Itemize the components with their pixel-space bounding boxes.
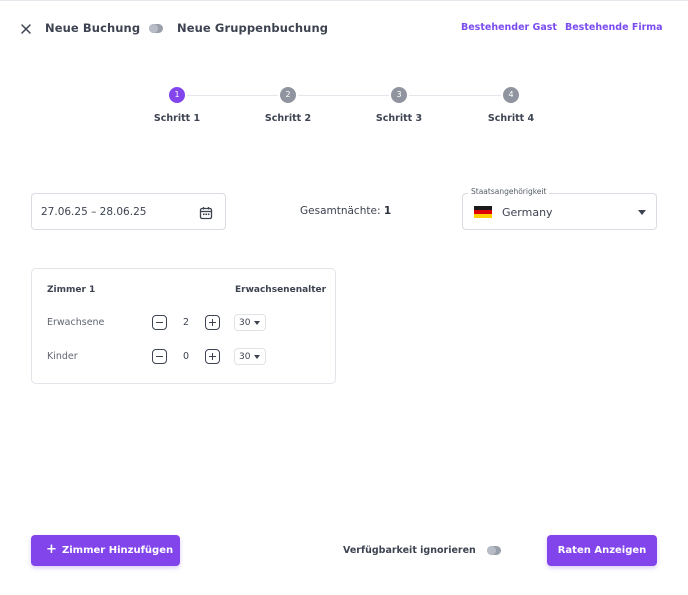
step-2[interactable]: 2 Schritt 2: [248, 87, 328, 124]
step-label: Schritt 3: [375, 113, 423, 124]
add-room-button[interactable]: + Zimmer Hinzufügen: [31, 535, 180, 566]
new-booking-label: Neue Buchung: [45, 21, 141, 35]
step-4[interactable]: 4 Schritt 4: [471, 87, 551, 124]
nationality-label: Staatsangehörigkeit: [468, 187, 550, 196]
children-decrement-button[interactable]: [152, 349, 167, 364]
room-title: Zimmer 1: [47, 285, 96, 295]
children-label: Kinder: [47, 351, 78, 362]
children-increment-button[interactable]: [205, 349, 220, 364]
header: Neue Buchung Neue Gruppenbuchung Bestehe…: [0, 0, 688, 56]
calendar-icon[interactable]: [199, 205, 213, 224]
step-number: 4: [503, 87, 519, 103]
step-number: 3: [391, 87, 407, 103]
chevron-down-icon: [254, 321, 260, 325]
step-3[interactable]: 3 Schritt 3: [359, 87, 439, 124]
step-1[interactable]: 1 Schritt 1: [137, 87, 217, 124]
adults-age-select[interactable]: 30: [234, 314, 266, 331]
adults-increment-button[interactable]: [205, 315, 220, 330]
ignore-availability-toggle[interactable]: [487, 546, 501, 555]
ignore-availability-label: Verfügbarkeit ignorieren: [343, 545, 476, 556]
date-range-value: 27.06.25 – 28.06.25: [41, 206, 147, 218]
step-label: Schritt 2: [264, 113, 312, 124]
step-number: 1: [169, 87, 185, 103]
nationality-select[interactable]: Germany: [462, 193, 657, 230]
total-nights-label: Gesamtnächte:: [300, 205, 381, 217]
step-number: 2: [280, 87, 296, 103]
adults-count: 2: [182, 317, 190, 328]
children-age-value: 30: [239, 352, 251, 362]
show-rates-button[interactable]: Raten Anzeigen: [547, 535, 657, 566]
children-age-select[interactable]: 30: [234, 348, 266, 365]
adults-label: Erwachsene: [47, 317, 105, 328]
adults-decrement-button[interactable]: [152, 315, 167, 330]
plus-icon: +: [46, 542, 57, 557]
add-room-label: Zimmer Hinzufügen: [62, 545, 174, 556]
close-icon[interactable]: [19, 22, 33, 36]
step-label: Schritt 4: [487, 113, 535, 124]
existing-company-link[interactable]: Bestehende Firma: [565, 22, 663, 33]
germany-flag-icon: [474, 206, 492, 218]
chevron-down-icon: [254, 355, 260, 359]
total-nights-value: 1: [383, 205, 392, 217]
step-label: Schritt 1: [153, 113, 201, 124]
total-nights: Gesamtnächte: 1: [300, 205, 391, 217]
group-booking-toggle[interactable]: [149, 24, 163, 33]
adults-age-value: 30: [239, 318, 251, 328]
chevron-down-icon: [638, 210, 646, 215]
existing-guest-link[interactable]: Bestehender Gast: [461, 22, 557, 33]
date-range-field[interactable]: 27.06.25 – 28.06.25: [31, 193, 226, 230]
adult-age-header: Erwachsenenalter: [235, 285, 327, 295]
nationality-value: Germany: [502, 206, 553, 219]
new-group-booking-label: Neue Gruppenbuchung: [177, 21, 329, 35]
children-count: 0: [182, 351, 190, 362]
room-card: Zimmer 1 Erwachsenenalter Erwachsene 2 3…: [31, 268, 336, 384]
